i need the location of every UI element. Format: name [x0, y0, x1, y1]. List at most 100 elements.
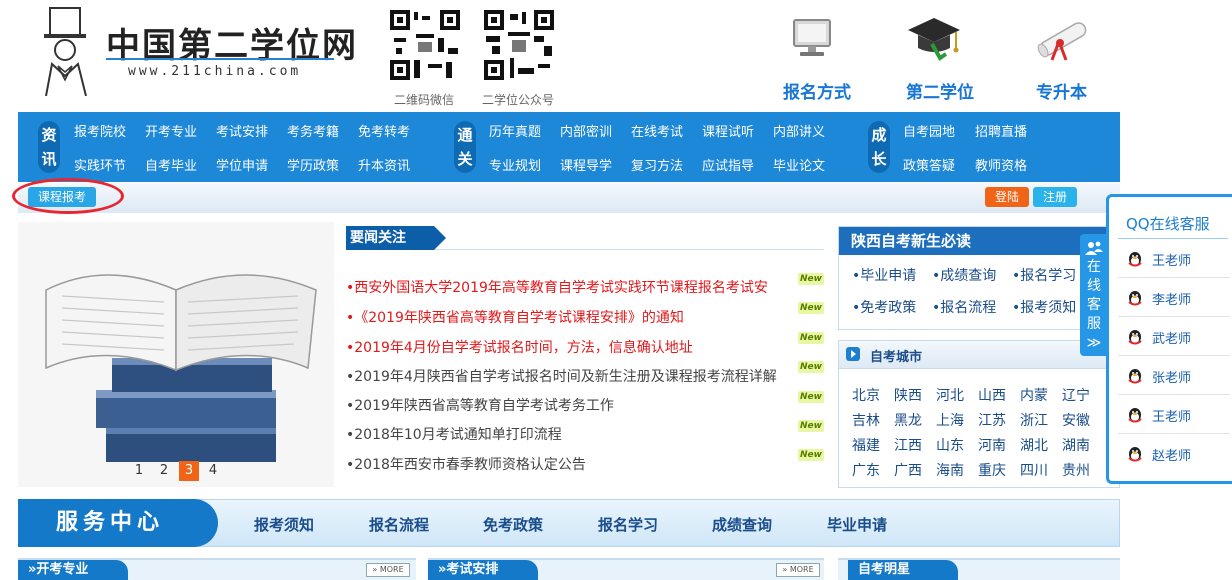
- city-link[interactable]: 湖北: [1020, 435, 1048, 455]
- city-link[interactable]: 湖南: [1062, 435, 1090, 455]
- slide-page-3[interactable]: 3: [179, 461, 199, 481]
- newbie-link[interactable]: •报考须知: [1012, 297, 1076, 317]
- news-item[interactable]: •2019年陕西省高等教育自学考试考务工作: [346, 395, 614, 415]
- nav-link[interactable]: 课程导学: [560, 155, 612, 174]
- news-section-title: 要闻关注: [346, 226, 434, 250]
- qq-panel-title: QQ在线客服: [1126, 215, 1210, 233]
- nav-link[interactable]: 考试安排: [216, 121, 268, 140]
- logo-mascot-icon[interactable]: [38, 6, 96, 96]
- slide-page-1[interactable]: 1: [129, 461, 149, 481]
- city-link[interactable]: 江西: [894, 435, 922, 455]
- nav-link[interactable]: 复习方法: [631, 155, 683, 174]
- newbie-link[interactable]: •毕业申请: [852, 265, 916, 285]
- nav-link[interactable]: 政策答疑: [903, 155, 955, 174]
- nav-link[interactable]: 内部密训: [560, 121, 612, 140]
- slide-page-4[interactable]: 4: [203, 461, 223, 481]
- city-link[interactable]: 重庆: [978, 460, 1006, 480]
- nav-link[interactable]: 开考专业: [145, 121, 197, 140]
- nav-link[interactable]: 课程试听: [702, 121, 754, 140]
- nav-link[interactable]: 应试指导: [702, 155, 754, 174]
- newbie-link[interactable]: •成绩查询: [932, 265, 996, 285]
- city-link[interactable]: 江苏: [978, 410, 1006, 430]
- diploma-scroll-icon[interactable]: [1030, 14, 1096, 64]
- top-link-upgrade[interactable]: 专升本: [1036, 78, 1087, 103]
- city-link[interactable]: 吉林: [852, 410, 880, 430]
- city-link[interactable]: 河北: [936, 385, 964, 405]
- qq-staff-row[interactable]: 王老师: [1118, 240, 1230, 278]
- service-link[interactable]: 报考须知: [254, 514, 314, 535]
- city-link[interactable]: 陕西: [894, 385, 922, 405]
- nav-link[interactable]: 免考转考: [358, 121, 410, 140]
- qq-staff-row[interactable]: 赵老师: [1118, 435, 1230, 473]
- service-link[interactable]: 免考政策: [483, 514, 543, 535]
- city-link[interactable]: 广西: [894, 460, 922, 480]
- news-item[interactable]: •《2019年陕西省高等教育自学考试课程安排》的通知: [346, 307, 684, 327]
- qq-staff-name: 王老师: [1152, 254, 1192, 269]
- news-item[interactable]: •西安外国语大学2019年高等教育自学考试实践环节课程报名考试安: [346, 277, 768, 297]
- city-link[interactable]: 辽宁: [1062, 385, 1090, 405]
- login-button[interactable]: 登陆: [985, 187, 1030, 207]
- slide-page-2[interactable]: 2: [154, 461, 174, 481]
- nav-link[interactable]: 教师资格: [975, 155, 1027, 174]
- news-item[interactable]: •2018年西安市春季教师资格认定公告: [346, 454, 586, 474]
- more-button[interactable]: » MORE: [366, 563, 410, 577]
- qq-tab-char: 客: [1087, 297, 1101, 313]
- service-link[interactable]: 报名学习: [598, 514, 658, 535]
- nav-link[interactable]: 实践环节: [74, 155, 126, 174]
- city-link[interactable]: 黑龙: [894, 410, 922, 430]
- nav-link[interactable]: 内部讲义: [773, 121, 825, 140]
- nav-link[interactable]: 自考园地: [903, 121, 955, 140]
- nav-link[interactable]: 专业规划: [489, 155, 541, 174]
- nav-link[interactable]: 学历政策: [287, 155, 339, 174]
- qq-staff-name: 李老师: [1152, 293, 1192, 308]
- service-link[interactable]: 报名流程: [369, 514, 429, 535]
- qq-staff-row[interactable]: 王老师: [1118, 396, 1230, 434]
- nav-link[interactable]: 自考毕业: [145, 155, 197, 174]
- city-link[interactable]: 北京: [852, 385, 880, 405]
- nav-link[interactable]: 学位申请: [216, 155, 268, 174]
- service-link[interactable]: 成绩查询: [712, 514, 772, 535]
- city-link[interactable]: 福建: [852, 435, 880, 455]
- city-link[interactable]: 广东: [852, 460, 880, 480]
- more-button[interactable]: » MORE: [776, 563, 820, 577]
- city-link[interactable]: 安徽: [1062, 410, 1090, 430]
- nav-link[interactable]: 毕业论文: [773, 155, 825, 174]
- news-item[interactable]: •2019年4月份自学考试报名时间，方法，信息确认地址: [346, 337, 693, 357]
- city-link[interactable]: 浙江: [1020, 410, 1048, 430]
- city-link[interactable]: 山西: [978, 385, 1006, 405]
- nav-link[interactable]: 考务考籍: [287, 121, 339, 140]
- section-title-stars[interactable]: 自考明星: [848, 560, 958, 580]
- city-link[interactable]: 贵州: [1062, 460, 1090, 480]
- top-link-signup-method[interactable]: 报名方式: [783, 78, 851, 103]
- newbie-link[interactable]: •免考政策: [852, 297, 916, 317]
- nav-link[interactable]: 升本资讯: [358, 155, 410, 174]
- city-link[interactable]: 山东: [936, 435, 964, 455]
- newbie-link[interactable]: •报名流程: [932, 297, 996, 317]
- section-title-majors[interactable]: »开考专业: [18, 560, 128, 580]
- register-button[interactable]: 注册: [1033, 187, 1078, 207]
- qq-staff-row[interactable]: 张老师: [1118, 357, 1230, 395]
- news-item[interactable]: •2018年10月考试通知单打印流程: [346, 424, 562, 444]
- city-link[interactable]: 内蒙: [1020, 385, 1048, 405]
- graduation-cap-icon[interactable]: [906, 14, 962, 64]
- qq-staff-row[interactable]: 李老师: [1118, 279, 1230, 317]
- city-link[interactable]: 海南: [936, 460, 964, 480]
- top-link-second-degree[interactable]: 第二学位: [906, 78, 974, 103]
- featured-slideshow[interactable]: [18, 222, 334, 487]
- newbie-link[interactable]: •报名学习: [1012, 265, 1076, 285]
- nav-link[interactable]: 招聘直播: [975, 121, 1027, 140]
- city-link[interactable]: 上海: [936, 410, 964, 430]
- city-link[interactable]: 河南: [978, 435, 1006, 455]
- service-link[interactable]: 毕业申请: [827, 514, 887, 535]
- section-title-schedule[interactable]: »考试安排: [428, 560, 538, 580]
- nav-link[interactable]: 在线考试: [631, 121, 683, 140]
- new-badge: New: [798, 420, 824, 432]
- computer-monitor-icon[interactable]: [790, 16, 834, 60]
- qq-side-tab[interactable]: 在 线 客 服 ≫: [1080, 234, 1108, 356]
- nav-link[interactable]: 报考院校: [74, 121, 126, 140]
- qq-staff-row[interactable]: 武老师: [1118, 318, 1230, 356]
- city-link[interactable]: 四川: [1020, 460, 1048, 480]
- news-item[interactable]: •2019年4月陕西省自学考试报名时间及新生注册及课程报考流程详解: [346, 366, 777, 386]
- qq-staff-name: 王老师: [1152, 410, 1192, 425]
- nav-link[interactable]: 历年真题: [489, 121, 541, 140]
